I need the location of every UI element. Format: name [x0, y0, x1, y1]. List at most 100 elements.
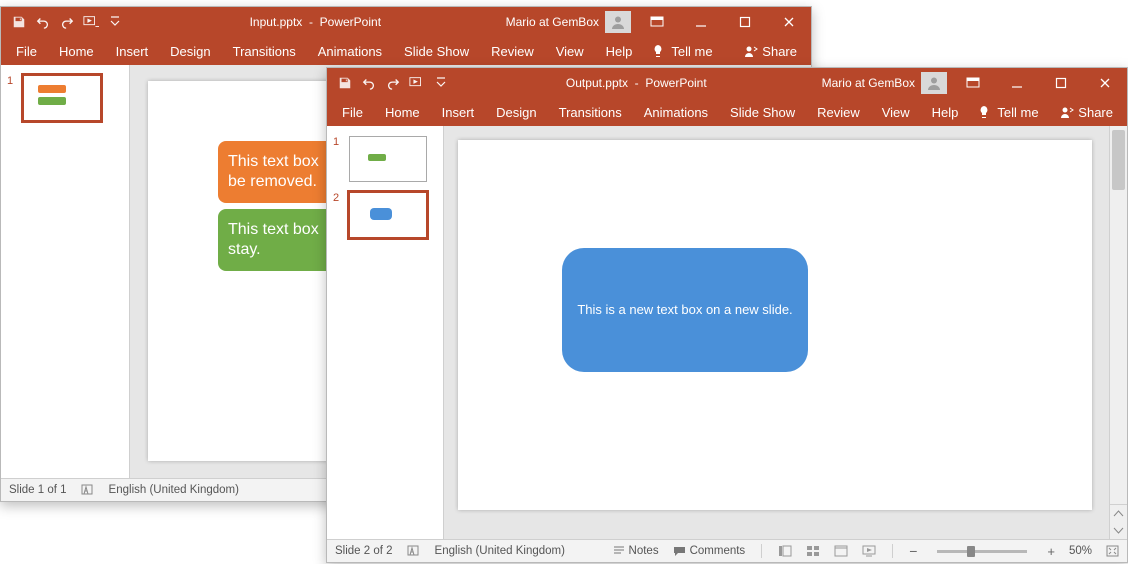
status-language[interactable]: English (United Kingdom) — [109, 484, 239, 496]
ribbon-tab-help[interactable]: Help — [921, 98, 970, 126]
status-language[interactable]: English (United Kingdom) — [435, 545, 565, 557]
minimize-icon[interactable] — [679, 7, 723, 37]
vertical-scrollbar[interactable] — [1109, 126, 1127, 539]
view-slideshow-icon[interactable] — [862, 545, 876, 557]
window-title: Output.pptx - PowerPoint — [451, 76, 822, 90]
redo-icon[interactable] — [383, 73, 403, 93]
view-reading-icon[interactable] — [834, 545, 848, 557]
comments-icon — [673, 546, 686, 557]
customize-qat-icon[interactable] — [431, 73, 451, 93]
start-from-beginning-icon[interactable] — [407, 73, 427, 93]
quick-access-toolbar — [327, 73, 451, 93]
notes-button[interactable]: Notes — [613, 545, 659, 557]
title-bar: Input.pptx - PowerPoint Mario at GemBox — [1, 7, 811, 37]
ribbon-tab-transitions[interactable]: Transitions — [548, 98, 633, 126]
lightbulb-icon — [651, 44, 665, 58]
fit-to-window-icon[interactable] — [1106, 545, 1119, 557]
view-sorter-icon[interactable] — [806, 545, 820, 557]
thumbnail-row[interactable]: 1 — [1, 75, 129, 131]
ribbon-tab-insert[interactable]: Insert — [105, 37, 160, 65]
spellcheck-icon[interactable] — [81, 483, 95, 497]
account-area[interactable]: Mario at GemBox — [506, 11, 635, 33]
account-avatar-icon — [921, 72, 947, 94]
powerpoint-window-output: Output.pptx - PowerPoint Mario at GemBox — [326, 67, 1128, 563]
ribbon-tab-file[interactable]: File — [331, 98, 374, 126]
window-controls — [635, 7, 811, 37]
ribbon-tab-file[interactable]: File — [5, 37, 48, 65]
ribbon-display-options-icon[interactable] — [951, 68, 995, 98]
status-bar: Slide 2 of 2 English (United Kingdom) No… — [327, 539, 1127, 562]
slide-thumbnail-panel: 1 2 — [327, 126, 444, 539]
scrollbar-thumb[interactable] — [1112, 130, 1125, 190]
title-bar: Output.pptx - PowerPoint Mario at GemBox — [327, 68, 1127, 98]
lightbulb-icon — [977, 105, 991, 119]
slide-thumbnail[interactable] — [349, 136, 427, 182]
tell-me-search[interactable]: Tell me — [969, 105, 1046, 120]
zoom-slider[interactable] — [937, 550, 1027, 553]
maximize-icon[interactable] — [723, 7, 767, 37]
save-icon[interactable] — [9, 12, 29, 32]
account-name: Mario at GemBox — [822, 76, 915, 90]
slide-thumbnail[interactable] — [349, 192, 427, 238]
maximize-icon[interactable] — [1039, 68, 1083, 98]
slide-canvas[interactable]: This is a new text box on a new slide. — [458, 140, 1092, 510]
ribbon-tab-design[interactable]: Design — [485, 98, 547, 126]
close-icon[interactable] — [1083, 68, 1127, 98]
redo-icon[interactable] — [57, 12, 77, 32]
thumbnail-row[interactable]: 1 — [327, 136, 443, 192]
next-slide-icon[interactable] — [1113, 525, 1124, 536]
spellcheck-icon[interactable] — [407, 544, 421, 558]
ribbon-tab-home[interactable]: Home — [48, 37, 105, 65]
thumbnail-row[interactable]: 2 — [327, 192, 443, 248]
start-from-beginning-icon[interactable] — [81, 12, 101, 32]
blue-textbox[interactable]: This is a new text box on a new slide. — [562, 248, 808, 372]
ribbon-tab-home[interactable]: Home — [374, 98, 431, 126]
ribbon-tab-review[interactable]: Review — [480, 37, 545, 65]
window-title: Input.pptx - PowerPoint — [125, 15, 506, 29]
ribbon-tab-insert[interactable]: Insert — [431, 98, 486, 126]
undo-icon[interactable] — [33, 12, 53, 32]
thumbnail-number: 1 — [333, 136, 343, 182]
zoom-in-icon[interactable]: + — [1047, 544, 1055, 559]
ribbon-tab-animations[interactable]: Animations — [307, 37, 393, 65]
ribbon-tab-design[interactable]: Design — [159, 37, 221, 65]
slide-editor: This is a new text box on a new slide. — [444, 126, 1127, 539]
view-normal-icon[interactable] — [778, 545, 792, 557]
slide-thumbnail[interactable] — [23, 75, 101, 121]
customize-qat-icon[interactable] — [105, 12, 125, 32]
account-area[interactable]: Mario at GemBox — [822, 72, 951, 94]
ribbon-tab-review[interactable]: Review — [806, 98, 871, 126]
account-avatar-icon — [605, 11, 631, 33]
ribbon-tab-slide-show[interactable]: Slide Show — [393, 37, 480, 65]
ribbon-tab-animations[interactable]: Animations — [633, 98, 719, 126]
thumbnail-number: 1 — [7, 75, 17, 121]
ribbon-tab-help[interactable]: Help — [595, 37, 644, 65]
undo-icon[interactable] — [359, 73, 379, 93]
account-name: Mario at GemBox — [506, 15, 599, 29]
tell-me-search[interactable]: Tell me — [643, 44, 720, 59]
share-icon — [744, 44, 758, 58]
workarea: 1 2 This is a new text box on a new slid… — [327, 126, 1127, 539]
window-controls — [951, 68, 1127, 98]
share-button[interactable]: Share — [734, 44, 807, 59]
ribbon-tab-view[interactable]: View — [545, 37, 595, 65]
save-icon[interactable] — [335, 73, 355, 93]
quick-access-toolbar — [1, 12, 125, 32]
thumbnail-number: 2 — [333, 192, 343, 238]
close-icon[interactable] — [767, 7, 811, 37]
comments-button[interactable]: Comments — [673, 545, 746, 557]
ribbon-tab-slide-show[interactable]: Slide Show — [719, 98, 806, 126]
zoom-out-icon[interactable]: − — [909, 543, 917, 559]
zoom-percent[interactable]: 50% — [1069, 545, 1092, 557]
ribbon-tabs: FileHomeInsertDesignTransitionsAnimation… — [1, 37, 811, 65]
ribbon-tab-transitions[interactable]: Transitions — [222, 37, 307, 65]
prev-slide-icon[interactable] — [1113, 508, 1124, 519]
share-button[interactable]: Share — [1050, 105, 1123, 120]
status-slide-count: Slide 2 of 2 — [335, 545, 393, 557]
ribbon-tabs: FileHomeInsertDesignTransitionsAnimation… — [327, 98, 1127, 126]
minimize-icon[interactable] — [995, 68, 1039, 98]
ribbon-display-options-icon[interactable] — [635, 7, 679, 37]
status-slide-count: Slide 1 of 1 — [9, 484, 67, 496]
zoom-slider-knob[interactable] — [967, 546, 975, 557]
ribbon-tab-view[interactable]: View — [871, 98, 921, 126]
